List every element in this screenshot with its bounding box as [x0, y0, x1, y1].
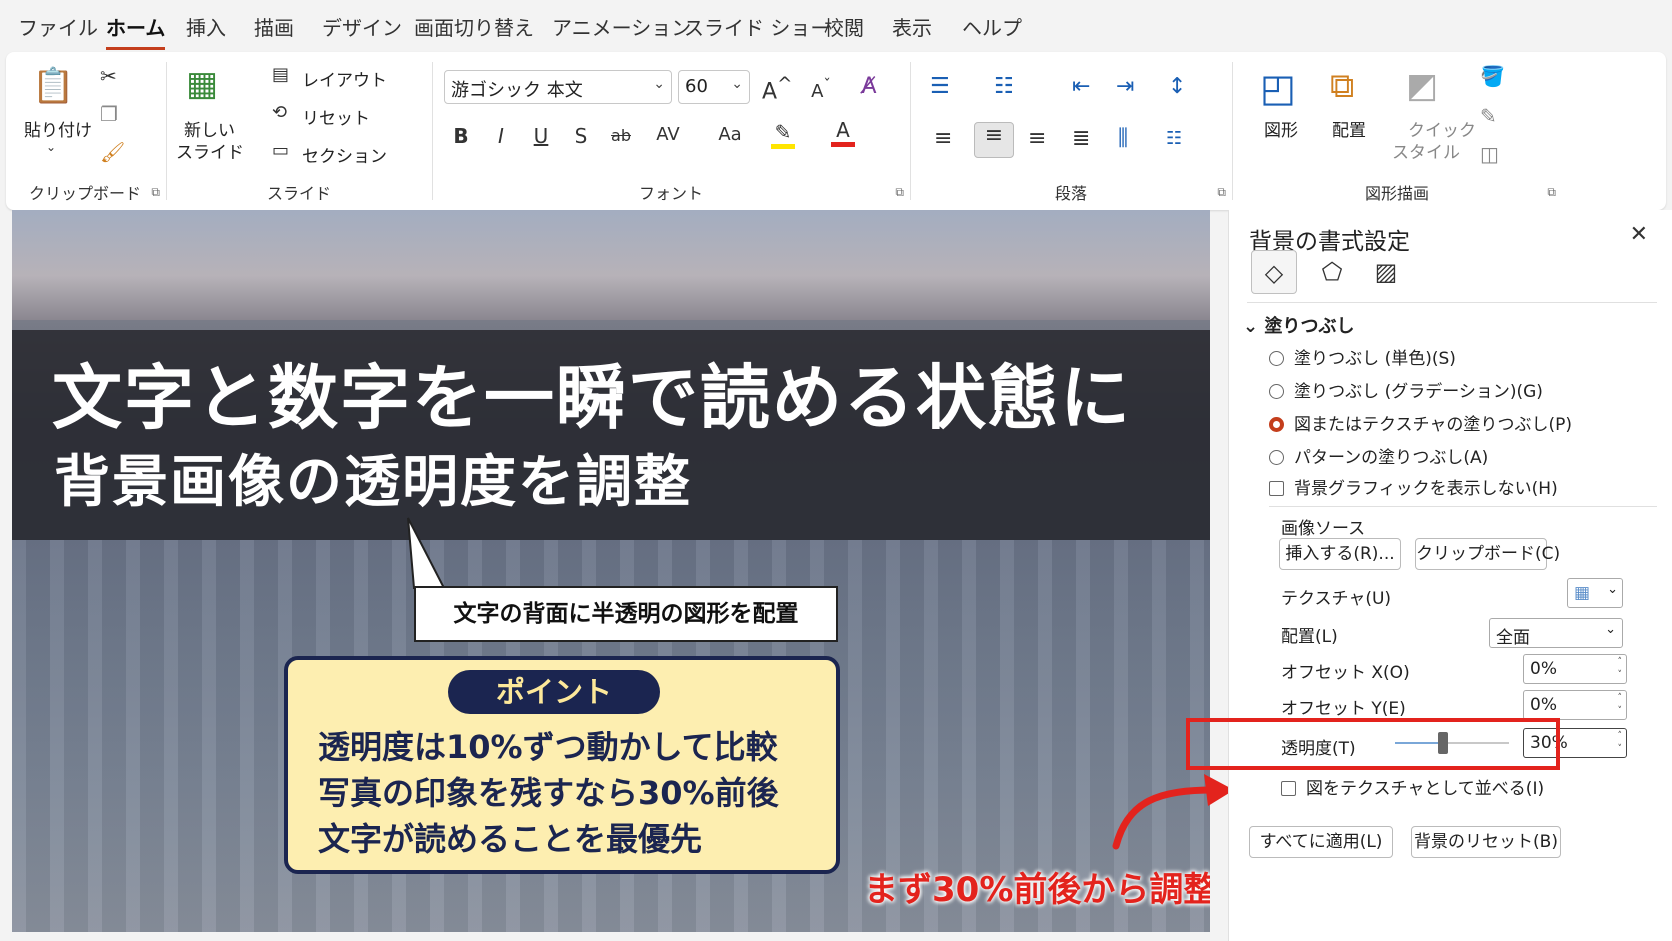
chevron-down-icon: ⌄	[1607, 582, 1618, 597]
divider	[1269, 506, 1657, 507]
insert-button[interactable]: 挿入する(R)...	[1279, 538, 1401, 570]
radio-icon	[1269, 351, 1284, 366]
fill-section-header[interactable]: ⌄ 塗りつぶし	[1243, 312, 1355, 338]
chevron-down-icon: ⌄	[1243, 316, 1265, 337]
image-source-label: 画像ソース	[1281, 519, 1366, 539]
hide-graphics-label: 背景グラフィックを表示しない(H)	[1294, 479, 1558, 499]
offset-y-input[interactable]: 0% ˄ ˅	[1523, 690, 1627, 720]
pattern-fill-label: パターンの塗りつぶし(A)	[1294, 448, 1489, 468]
solid-fill-radio[interactable]: 塗りつぶし (単色)(S)	[1269, 344, 1456, 369]
checkbox-icon	[1269, 481, 1284, 496]
pattern-fill-radio[interactable]: パターンの塗りつぶし(A)	[1269, 443, 1488, 468]
spinner-icon[interactable]: ˄ ˅	[1618, 692, 1623, 718]
checkbox-icon	[1281, 781, 1296, 796]
texture-select[interactable]: ▦ ⌄	[1567, 578, 1623, 608]
radio-selected-icon	[1269, 417, 1284, 432]
texture-label: テクスチャ(U)	[1281, 589, 1392, 609]
chevron-down-icon: ⌄	[1605, 622, 1616, 637]
highlight-box	[1186, 718, 1560, 770]
gradient-fill-radio[interactable]: 塗りつぶし (グラデーション)(G)	[1269, 377, 1543, 402]
radio-icon	[1269, 384, 1284, 399]
offset-x-value: 0%	[1530, 659, 1557, 679]
hide-graphics-checkbox[interactable]: 背景グラフィックを表示しない(H)	[1269, 474, 1558, 499]
tile-checkbox[interactable]: 図をテクスチャとして並べる(I)	[1281, 774, 1544, 799]
divider	[1247, 302, 1657, 303]
alignment-select[interactable]: 全面 ⌄	[1489, 618, 1623, 648]
effects-tab-icon[interactable]: ⬠	[1309, 250, 1355, 294]
fill-section-label: 塗りつぶし	[1264, 316, 1355, 337]
reset-background-button[interactable]: 背景のリセット(B)	[1411, 826, 1561, 858]
spinner-icon[interactable]: ˄ ˅	[1618, 656, 1623, 682]
texture-swatch-icon: ▦	[1574, 583, 1591, 603]
gradient-fill-label: 塗りつぶし (グラデーション)(G)	[1294, 382, 1543, 402]
clipboard-button[interactable]: クリップボード(C)	[1415, 538, 1560, 570]
offset-x-label: オフセット X(O)	[1281, 663, 1410, 683]
offset-y-value: 0%	[1530, 695, 1557, 715]
offset-y-label: オフセット Y(E)	[1281, 699, 1406, 719]
picture-fill-radio[interactable]: 図またはテクスチャの塗りつぶし(P)	[1269, 410, 1572, 435]
alignment-label: 配置(L)	[1281, 627, 1338, 647]
solid-fill-label: 塗りつぶし (単色)(S)	[1294, 349, 1456, 369]
tile-label: 図をテクスチャとして並べる(I)	[1306, 779, 1545, 799]
picture-fill-label: 図またはテクスチャの塗りつぶし(P)	[1294, 415, 1573, 435]
picture-tab-icon[interactable]: ▨	[1363, 250, 1409, 294]
alignment-value: 全面	[1496, 628, 1530, 648]
spinner-icon[interactable]: ˄ ˅	[1618, 730, 1623, 756]
offset-x-input[interactable]: 0% ˄ ˅	[1523, 654, 1627, 684]
close-icon[interactable]: ✕	[1630, 222, 1648, 247]
format-background-pane: 背景の書式設定 ✕ ◇ ⬠ ▨ ⌄ 塗りつぶし 塗りつぶし (単色)(S) 塗り…	[1228, 210, 1672, 941]
apply-all-button[interactable]: すべてに適用(L)	[1249, 826, 1393, 858]
fill-tab-icon[interactable]: ◇	[1251, 250, 1297, 294]
radio-icon	[1269, 450, 1284, 465]
